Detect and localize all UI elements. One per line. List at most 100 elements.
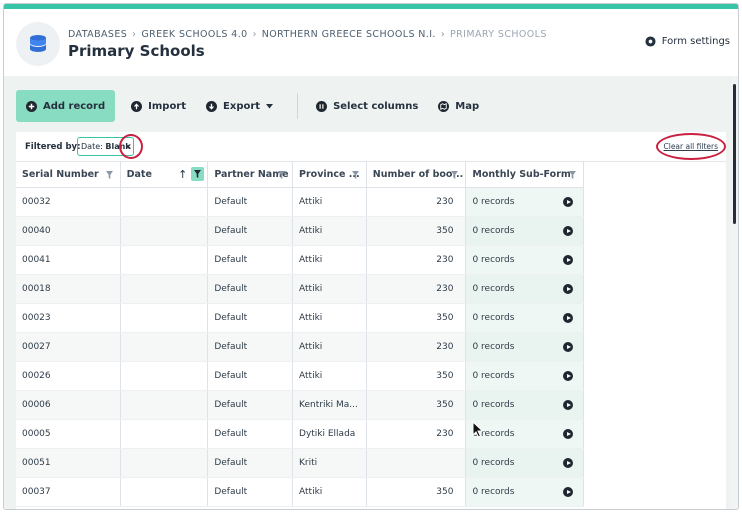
cell-number-of-books[interactable]: 230 bbox=[367, 333, 467, 361]
column-header-partner-name[interactable]: Partner Name bbox=[208, 162, 294, 187]
cell-monthly-sub-form[interactable]: 0 records bbox=[466, 188, 585, 216]
column-header-serial-number[interactable]: Serial Number bbox=[16, 162, 121, 187]
cell-province[interactable]: Attiki bbox=[293, 188, 367, 216]
select-columns-button[interactable]: Select columns bbox=[306, 90, 428, 122]
column-header-province[interactable]: Province ... bbox=[293, 162, 367, 187]
export-button[interactable]: Export bbox=[196, 90, 289, 122]
filter-icon[interactable] bbox=[451, 171, 459, 179]
cell-province[interactable]: Attiki bbox=[293, 275, 367, 303]
play-icon[interactable] bbox=[563, 313, 574, 323]
cell-serial-number[interactable]: 00027 bbox=[16, 333, 121, 361]
table-row[interactable]: 00032 Default Attiki 230 0 records bbox=[16, 188, 585, 217]
play-icon[interactable] bbox=[563, 197, 574, 207]
play-icon[interactable] bbox=[563, 458, 574, 468]
cell-monthly-sub-form[interactable]: 0 records bbox=[466, 391, 585, 419]
cell-province[interactable]: Kriti bbox=[293, 449, 367, 477]
cell-date[interactable] bbox=[121, 362, 209, 390]
cell-monthly-sub-form[interactable]: 0 records bbox=[466, 449, 585, 477]
cell-date[interactable] bbox=[121, 217, 209, 245]
play-icon[interactable] bbox=[563, 284, 574, 294]
column-header-number-of-books[interactable]: Number of boo... bbox=[367, 162, 467, 187]
table-row[interactable]: 00018 Default Attiki 230 0 records bbox=[16, 275, 585, 304]
column-header-monthly-sub-form[interactable]: Monthly Sub-Form bbox=[466, 162, 584, 187]
cell-partner-name[interactable]: Default bbox=[208, 449, 294, 477]
cell-date[interactable] bbox=[121, 246, 209, 274]
cell-serial-number[interactable]: 00051 bbox=[16, 449, 121, 477]
breadcrumb-northern-greece[interactable]: NORTHERN GREECE SCHOOLS N.I. bbox=[262, 29, 436, 40]
play-icon[interactable] bbox=[563, 400, 574, 410]
breadcrumb-databases[interactable]: DATABASES bbox=[68, 29, 127, 40]
play-icon[interactable] bbox=[563, 226, 574, 236]
cell-number-of-books[interactable]: 230 bbox=[367, 275, 467, 303]
cell-date[interactable] bbox=[121, 391, 209, 419]
table-row[interactable]: 00027 Default Attiki 230 0 records bbox=[16, 333, 585, 362]
cell-serial-number[interactable]: 00041 bbox=[16, 246, 121, 274]
active-filter-icon[interactable] bbox=[191, 167, 205, 181]
cell-date[interactable] bbox=[121, 275, 209, 303]
cell-partner-name[interactable]: Default bbox=[208, 420, 294, 448]
cell-partner-name[interactable]: Default bbox=[208, 391, 294, 419]
cell-serial-number[interactable]: 00040 bbox=[16, 217, 121, 245]
map-button[interactable]: Map bbox=[428, 90, 489, 122]
cell-monthly-sub-form[interactable]: 0 records bbox=[466, 246, 585, 274]
cell-date[interactable] bbox=[121, 304, 209, 332]
cell-number-of-books[interactable]: 230 bbox=[367, 188, 467, 216]
cell-monthly-sub-form[interactable]: 0 records bbox=[466, 478, 585, 506]
cell-partner-name[interactable]: Default bbox=[208, 275, 294, 303]
play-icon[interactable] bbox=[563, 371, 574, 381]
cell-province[interactable]: Attiki bbox=[293, 362, 367, 390]
cell-monthly-sub-form[interactable]: 0 records bbox=[466, 362, 585, 390]
table-row[interactable]: 00023 Default Attiki 350 0 records bbox=[16, 304, 585, 333]
vertical-scrollbar[interactable] bbox=[731, 76, 738, 509]
cell-province[interactable]: Kentriki Ma... bbox=[293, 391, 367, 419]
add-record-button[interactable]: Add record bbox=[16, 90, 116, 122]
cell-partner-name[interactable]: Default bbox=[208, 188, 294, 216]
play-icon[interactable] bbox=[563, 255, 574, 265]
table-row[interactable]: 00051 Default Kriti 0 records bbox=[16, 449, 585, 478]
cell-province[interactable]: Dytiki Ellada bbox=[293, 420, 367, 448]
cell-date[interactable] bbox=[121, 449, 209, 477]
cell-date[interactable] bbox=[121, 420, 209, 448]
cell-number-of-books[interactable]: 350 bbox=[367, 217, 467, 245]
play-icon[interactable] bbox=[563, 342, 574, 352]
table-row[interactable]: 00041 Default Attiki 230 0 records bbox=[16, 246, 585, 275]
scrollbar-thumb[interactable] bbox=[733, 84, 736, 224]
cell-serial-number[interactable]: 00018 bbox=[16, 275, 121, 303]
cell-date[interactable] bbox=[121, 333, 209, 361]
cell-number-of-books[interactable]: 350 bbox=[367, 391, 467, 419]
play-icon[interactable] bbox=[563, 487, 574, 497]
cell-monthly-sub-form[interactable]: 0 records bbox=[466, 304, 585, 332]
cell-monthly-sub-form[interactable]: 0 records bbox=[466, 217, 585, 245]
table-row[interactable]: 00005 Default Dytiki Ellada 230 0 records bbox=[16, 420, 585, 449]
filter-icon[interactable] bbox=[568, 171, 576, 179]
table-row[interactable]: 00040 Default Attiki 350 0 records bbox=[16, 217, 585, 246]
cell-number-of-books[interactable]: 230 bbox=[367, 246, 467, 274]
table-row[interactable]: 00037 Default Attiki 350 0 records bbox=[16, 478, 585, 507]
cell-serial-number[interactable]: 00023 bbox=[16, 304, 121, 332]
breadcrumb-greek-schools[interactable]: GREEK SCHOOLS 4.0 bbox=[141, 29, 247, 40]
cell-date[interactable] bbox=[121, 188, 209, 216]
form-settings-button[interactable]: Form settings bbox=[645, 36, 730, 47]
cell-partner-name[interactable]: Default bbox=[208, 362, 294, 390]
cell-partner-name[interactable]: Default bbox=[208, 333, 294, 361]
cell-serial-number[interactable]: 00005 bbox=[16, 420, 121, 448]
cell-serial-number[interactable]: 00026 bbox=[16, 362, 121, 390]
cell-monthly-sub-form[interactable]: 0 records bbox=[466, 333, 585, 361]
cell-partner-name[interactable]: Default bbox=[208, 217, 294, 245]
cell-number-of-books[interactable] bbox=[367, 449, 467, 477]
cell-province[interactable]: Attiki bbox=[293, 333, 367, 361]
cell-province[interactable]: Attiki bbox=[293, 304, 367, 332]
sort-ascending-icon[interactable]: ↑ bbox=[178, 168, 187, 181]
cell-serial-number[interactable]: 00037 bbox=[16, 478, 121, 506]
cell-province[interactable]: Attiki bbox=[293, 246, 367, 274]
cell-date[interactable] bbox=[121, 478, 209, 506]
column-header-date[interactable]: Date ↑ bbox=[121, 162, 209, 187]
table-row[interactable]: 00026 Default Attiki 350 0 records bbox=[16, 362, 585, 391]
filter-icon[interactable] bbox=[105, 171, 113, 179]
filter-icon[interactable] bbox=[351, 171, 359, 179]
cell-monthly-sub-form[interactable]: 0 records bbox=[466, 420, 585, 448]
cell-number-of-books[interactable]: 230 bbox=[367, 420, 467, 448]
cell-number-of-books[interactable]: 350 bbox=[367, 304, 467, 332]
import-button[interactable]: Import bbox=[121, 90, 196, 122]
play-icon[interactable] bbox=[563, 429, 574, 439]
